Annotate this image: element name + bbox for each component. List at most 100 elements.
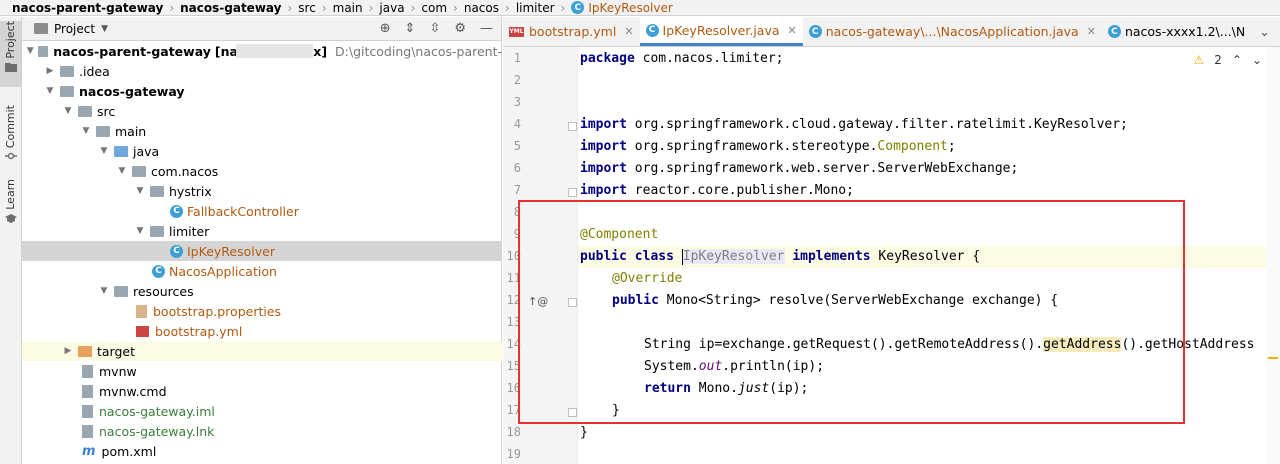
folder-icon <box>78 105 92 117</box>
maven-icon: m <box>82 443 96 459</box>
close-icon[interactable]: ✕ <box>788 24 797 37</box>
editor-gutter: 1 2 3 4 5 6 7 8 9 10 11 12 13 14 15 16 1… <box>503 47 578 464</box>
tree-item[interactable]: nacos-gateway.iml <box>22 401 502 421</box>
locate-icon[interactable]: ⊕ <box>380 21 391 36</box>
line-number: 9 <box>513 227 521 241</box>
breadcrumb-item[interactable]: nacos-parent-gateway <box>12 1 163 15</box>
chevron-up-icon[interactable]: ⌃ <box>1232 53 1242 67</box>
breadcrumb-item[interactable]: java <box>379 1 404 15</box>
breadcrumb-item[interactable]: limiter <box>516 1 555 15</box>
close-icon[interactable]: ✕ <box>624 25 633 38</box>
fold-marker-icon[interactable] <box>568 408 577 417</box>
line-number: 8 <box>513 205 521 219</box>
folder-icon <box>96 125 110 137</box>
breadcrumb-item[interactable]: nacos-gateway <box>180 1 281 15</box>
tree-item[interactable]: ▼ com.nacos <box>22 161 502 181</box>
chevron-down-icon[interactable]: ▼ <box>44 86 56 96</box>
override-method-icon[interactable]: ↑@ <box>528 295 548 308</box>
chevron-right-icon: › <box>410 0 416 15</box>
tree-item[interactable]: ▼ main <box>22 121 502 141</box>
expand-all-icon[interactable]: ⇳ <box>429 21 440 36</box>
tab-bootstrap-yml[interactable]: YML bootstrap.yml ✕ <box>503 17 640 46</box>
close-icon[interactable]: ✕ <box>1087 25 1096 38</box>
tab-nacosapplication[interactable]: C nacos-gateway\...\NacosApplication.jav… <box>803 17 1102 46</box>
line-number: 2 <box>513 73 521 87</box>
inspection-widget[interactable]: ⚠ 2 ⌃ ⌄ <box>1193 53 1262 67</box>
chevron-down-icon[interactable]: ▼ <box>98 286 110 296</box>
collapse-all-icon[interactable]: ⇕ <box>405 21 416 36</box>
line-number: 7 <box>513 183 521 197</box>
chevron-down-icon[interactable]: ▼ <box>98 146 110 156</box>
tabs-overflow: ⌄ ⋮ <box>1251 17 1280 46</box>
class-icon: C <box>645 23 659 37</box>
module-folder-icon <box>60 85 74 97</box>
code-line: @Override <box>612 271 683 286</box>
tool-tab-learn[interactable]: Learn <box>0 179 21 229</box>
resources-folder-icon <box>114 285 128 297</box>
yml-file-icon: YML <box>509 26 524 37</box>
chevron-right-icon: › <box>287 0 293 15</box>
tree-item[interactable]: ▶ target <box>22 341 502 361</box>
tree-item-selected[interactable]: C IpKeyResolver <box>22 241 502 261</box>
code-line: import reactor.core.publisher.Mono; <box>580 183 854 198</box>
tab-nacos-xxxx[interactable]: C nacos-xxxx1.2\...\N <box>1102 17 1251 46</box>
tree-item[interactable]: ▼ hystrix <box>22 181 502 201</box>
code-area[interactable]: package com.nacos.limiter; import org.sp… <box>578 47 1280 464</box>
fold-marker-icon[interactable] <box>568 298 577 307</box>
breadcrumb-item[interactable]: src <box>298 1 316 15</box>
file-icon <box>82 384 93 398</box>
chevron-down-icon[interactable]: ▼ <box>134 186 146 196</box>
class-icon: C <box>808 25 822 38</box>
code-line: System.out.println(ip); <box>644 359 825 374</box>
line-number: 15 <box>506 359 521 373</box>
code-line: import org.springframework.stereotype.Co… <box>580 139 956 154</box>
tool-tab-project[interactable]: Project <box>0 21 21 87</box>
chevron-down-icon[interactable]: ▼ <box>26 46 34 56</box>
breadcrumb-item[interactable]: main <box>333 1 363 15</box>
gear-icon[interactable]: ⚙ <box>454 21 466 36</box>
chevron-down-icon[interactable]: ▼ <box>80 126 92 136</box>
tool-tab-label: Learn <box>4 179 17 210</box>
tree-item[interactable]: mvnw <box>22 361 502 381</box>
error-stripe[interactable] <box>1266 47 1280 464</box>
tree-item[interactable]: bootstrap.properties <box>22 301 502 321</box>
file-icon <box>82 364 93 378</box>
tree-item[interactable]: ▼ src <box>22 101 502 121</box>
chevron-right-icon[interactable]: ▶ <box>44 66 56 76</box>
tree-item[interactable]: ▼ resources <box>22 281 502 301</box>
chevron-down-icon[interactable]: ▼ <box>62 106 74 116</box>
tree-item[interactable]: ▶ .idea <box>22 61 502 81</box>
tree-item[interactable]: ▼ nacos-gateway <box>22 81 502 101</box>
chevron-down-icon[interactable]: ▼ <box>116 166 128 176</box>
chevron-down-icon[interactable]: ▼ <box>101 24 108 34</box>
chevron-down-icon[interactable]: ⌄ <box>1259 24 1269 39</box>
tool-tab-commit[interactable]: Commit <box>0 105 21 165</box>
breadcrumb-item[interactable]: com <box>421 1 447 15</box>
chevron-down-icon[interactable]: ⌄ <box>1252 53 1262 67</box>
breadcrumb-item[interactable]: nacos <box>464 1 499 15</box>
tree-item[interactable]: ▼ java <box>22 141 502 161</box>
tree-item[interactable]: nacos-gateway.lnk <box>22 421 502 441</box>
package-icon <box>132 165 146 177</box>
tree-item[interactable]: C FallbackController <box>22 201 502 221</box>
tree-item[interactable]: mvnw.cmd <box>22 381 502 401</box>
tab-ipkeyresolver[interactable]: C IpKeyResolver.java ✕ <box>639 17 803 46</box>
tool-tab-label: Commit <box>4 105 17 149</box>
fold-marker-icon[interactable] <box>568 188 577 197</box>
line-number: 16 <box>506 381 521 395</box>
tree-item[interactable]: C NacosApplication <box>22 261 502 281</box>
breadcrumb-item[interactable]: C IpKeyResolver <box>571 1 673 15</box>
chevron-down-icon[interactable]: ▼ <box>134 226 146 236</box>
tree-item[interactable]: bootstrap.yml <box>22 321 502 341</box>
code-line: return Mono.just(ip); <box>644 381 809 396</box>
tree-item[interactable]: ▼ nacos-parent-gateway [na x] D:\gitcodin… <box>22 41 502 61</box>
code-editor[interactable]: 1 2 3 4 5 6 7 8 9 10 11 12 13 14 15 16 1… <box>503 47 1280 464</box>
fold-marker-icon[interactable] <box>568 122 577 131</box>
hide-icon[interactable]: — <box>480 21 493 36</box>
project-view-selector[interactable]: Project <box>54 22 95 36</box>
warning-marker[interactable] <box>1268 357 1278 359</box>
chevron-right-icon[interactable]: ▶ <box>62 346 74 356</box>
tree-item[interactable]: m pom.xml <box>22 441 502 461</box>
line-number: 18 <box>506 425 521 439</box>
tree-item[interactable]: ▼ limiter <box>22 221 502 241</box>
